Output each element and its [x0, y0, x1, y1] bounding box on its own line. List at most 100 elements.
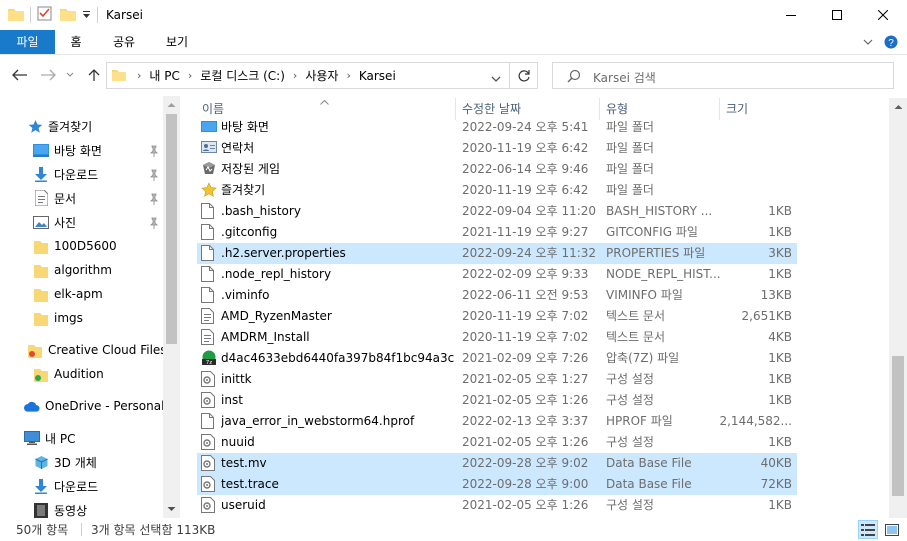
search-icon — [567, 69, 581, 86]
pin-icon[interactable] — [148, 169, 160, 181]
column-header-size[interactable]: 크기 — [726, 98, 791, 120]
file-row[interactable]: AMDRM_Install 2020-11-19 오후 7:02 텍스트 문서 4KB — [197, 327, 797, 348]
address-bar[interactable]: › 내 PC › 로컬 디스크 (C:) › 사용자 › Karsei — [106, 62, 510, 89]
nav-quick-access[interactable]: 즐겨찾기 — [27, 115, 92, 137]
file-list-scroll-thumb[interactable] — [892, 356, 904, 496]
pin-icon[interactable] — [148, 217, 160, 229]
tab-home[interactable]: 홈 — [60, 30, 92, 54]
file-date: 2022-09-24 오후 11:32 — [462, 246, 597, 260]
contacts-icon — [201, 140, 218, 157]
pictures-icon — [33, 214, 49, 230]
text-file-icon — [201, 308, 218, 325]
column-divider[interactable] — [719, 98, 720, 120]
film-icon — [33, 502, 49, 518]
file-row[interactable]: 연락처 2020-11-19 오후 6:42 파일 폴더 — [197, 138, 797, 159]
file-name: .gitconfig — [221, 225, 278, 239]
nav-item-audition[interactable]: Audition — [33, 363, 104, 385]
nav-item-3d-objects[interactable]: 3D 개체 — [33, 451, 97, 473]
crumb-users[interactable]: 사용자 — [305, 67, 338, 84]
file-icon — [201, 287, 218, 304]
nav-item-pictures[interactable]: 사진 — [33, 211, 76, 233]
nav-item-algorithm[interactable]: algorithm — [33, 259, 112, 281]
file-row[interactable]: .h2.server.properties 2022-09-24 오후 11:32… — [197, 243, 797, 264]
column-header-name[interactable]: 이름 — [202, 98, 452, 120]
minimize-button[interactable] — [768, 0, 814, 30]
file-row[interactable]: .bash_history 2022-09-04 오후 11:20 BASH_HIS… — [197, 201, 797, 222]
nav-scrollbar[interactable] — [163, 96, 180, 518]
close-button[interactable] — [860, 0, 906, 30]
nav-item-documents[interactable]: 문서 — [33, 187, 76, 209]
nav-item-videos[interactable]: 동영상 — [33, 499, 87, 518]
file-row[interactable]: .gitconfig 2021-11-19 오후 9:27 GITCONFIG 파일… — [197, 222, 797, 243]
tab-view[interactable]: 보기 — [158, 30, 196, 54]
file-row[interactable]: useruid 2021-02-05 오후 1:26 구성 설정 1KB — [197, 495, 797, 516]
file-type: 파일 폴더 — [606, 141, 654, 155]
file-row[interactable]: inittk 2021-02-05 오후 1:27 구성 설정 1KB — [197, 369, 797, 390]
nav-item-imgs[interactable]: imgs — [33, 307, 83, 329]
search-input[interactable]: Karsei 검색 — [593, 69, 656, 86]
address-dropdown-chevron-icon[interactable] — [491, 72, 501, 86]
scroll-up-icon[interactable] — [894, 104, 903, 110]
file-row[interactable]: java_error_in_webstorm64.hprof 2022-02-13… — [197, 411, 797, 432]
tab-file[interactable]: 파일 — [0, 30, 55, 54]
nav-item-elk-apm[interactable]: elk-apm — [33, 283, 103, 305]
file-row[interactable]: nuuid 2021-02-05 오후 1:26 구성 설정 1KB — [197, 432, 797, 453]
file-size: 1KB — [768, 351, 792, 365]
column-divider[interactable] — [599, 98, 600, 120]
help-icon[interactable]: ? — [884, 35, 898, 52]
crumb-local-disk[interactable]: 로컬 디스크 (C:) — [200, 67, 285, 84]
scroll-down-icon[interactable] — [167, 506, 176, 512]
file-row[interactable]: .viminfo 2022-06-11 오전 9:53 VIMINFO 파일 13KB — [197, 285, 797, 306]
details-view-button[interactable] — [858, 520, 878, 539]
tab-share[interactable]: 공유 — [106, 30, 142, 54]
up-arrow-icon — [88, 69, 100, 81]
file-row[interactable]: test.trace 2022-09-28 오후 9:00 Data Base Fi… — [197, 474, 797, 495]
pin-icon[interactable] — [148, 193, 160, 205]
new-folder-icon[interactable] — [60, 7, 76, 24]
nav-scroll-thumb[interactable] — [166, 114, 177, 344]
title-bar: Karsei — [0, 0, 907, 30]
search-box[interactable]: Karsei 검색 — [552, 62, 894, 89]
file-row[interactable]: 7z d4ac4633ebd6440fa397b84f1bc94a3c 2021-0… — [197, 348, 797, 369]
nav-item-100d5600[interactable]: 100D5600 — [33, 235, 117, 257]
scroll-up-icon[interactable] — [167, 102, 176, 108]
file-row[interactable]: inst 2021-02-05 오후 1:26 구성 설정 1KB — [197, 390, 797, 411]
pin-icon[interactable] — [148, 145, 160, 157]
crumb-karsei[interactable]: Karsei — [359, 69, 396, 83]
file-row[interactable]: .node_repl_history 2022-02-09 오후 9:33 NODE… — [197, 264, 797, 285]
column-divider[interactable] — [455, 98, 456, 120]
file-type: GITCONFIG 파일 — [606, 225, 698, 239]
crumb-this-pc[interactable]: 내 PC — [149, 67, 179, 84]
file-row[interactable]: 바탕 화면 2022-09-24 오후 5:41 파일 폴더 — [197, 118, 797, 138]
nav-item-downloads[interactable]: 다운로드 — [33, 163, 98, 185]
maximize-button[interactable] — [814, 0, 860, 30]
column-header-type[interactable]: 유형 — [606, 98, 716, 120]
file-name: .bash_history — [221, 204, 301, 218]
nav-item-pc-downloads[interactable]: 다운로드 — [33, 475, 98, 497]
up-button[interactable] — [82, 62, 106, 88]
file-date: 2022-02-09 오후 9:33 — [462, 267, 589, 281]
nav-item-desktop[interactable]: 바탕 화면 — [33, 139, 102, 161]
file-row[interactable]: AMD_RyzenMaster 2020-11-19 오후 7:02 텍스트 문서 2… — [197, 306, 797, 327]
customize-quick-access-icon[interactable] — [82, 8, 91, 22]
file-name: 즐겨찾기 — [221, 183, 266, 197]
expand-ribbon-chevron-icon[interactable] — [862, 36, 874, 51]
nav-onedrive[interactable]: OneDrive - Personal — [24, 395, 164, 417]
forward-button[interactable] — [36, 62, 60, 88]
file-name: test.mv — [221, 456, 267, 470]
back-button[interactable] — [8, 62, 32, 88]
nav-this-pc[interactable]: 내 PC — [24, 427, 75, 449]
file-row[interactable]: 저장된 게임 2022-06-14 오후 9:46 파일 폴더 — [197, 159, 797, 180]
nav-item-label: 3D 개체 — [54, 455, 97, 470]
svg-text:?: ? — [888, 38, 894, 49]
file-row[interactable]: test.mv 2022-09-28 오후 9:02 Data Base File 4… — [197, 453, 797, 474]
desktop-icon — [33, 142, 49, 158]
column-header-date[interactable]: 수정한 날짜 — [462, 98, 597, 120]
refresh-button[interactable] — [510, 62, 538, 89]
file-row[interactable]: 즐겨찾기 2020-11-19 오후 6:42 파일 폴더 — [197, 180, 797, 201]
large-icons-view-button[interactable] — [882, 520, 902, 539]
nav-creative-cloud-files[interactable]: Creative Cloud Files — [27, 339, 167, 361]
recent-locations-button[interactable] — [62, 62, 78, 88]
file-date: 2022-09-28 오후 9:00 — [462, 477, 589, 491]
properties-icon[interactable] — [37, 6, 52, 24]
